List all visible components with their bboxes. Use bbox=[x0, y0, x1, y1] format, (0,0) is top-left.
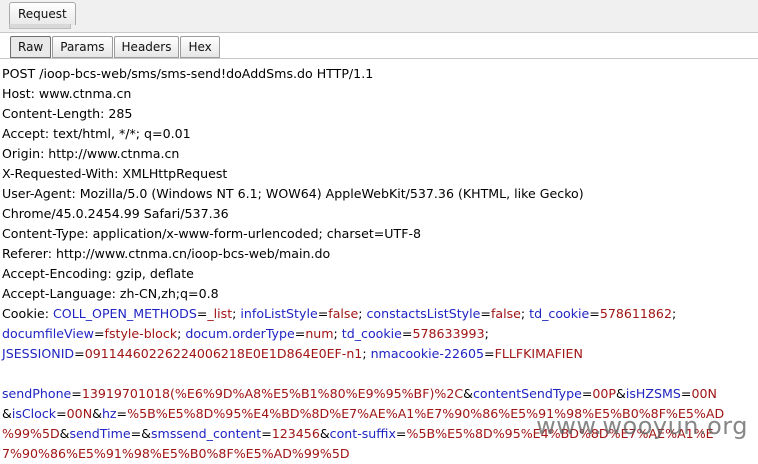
param-name: constactsListStyle bbox=[366, 306, 481, 321]
param-name: nmacookie-22605 bbox=[370, 346, 485, 361]
separator: = bbox=[401, 326, 413, 341]
separator: = bbox=[116, 406, 128, 421]
body-line: sendPhone=13919701018(%E6%9D%A8%E5%B1%80… bbox=[2, 384, 717, 404]
separator: = bbox=[484, 346, 495, 361]
separator: = bbox=[56, 406, 67, 421]
separator: & bbox=[319, 426, 330, 441]
header-host: Host: www.ctnma.cn bbox=[2, 86, 132, 101]
tab-request[interactable]: Request bbox=[9, 2, 76, 25]
param-name: documfileView bbox=[2, 326, 94, 341]
view-tabs: Raw Params Headers Hex bbox=[10, 36, 221, 58]
separator: =& bbox=[130, 426, 151, 441]
tab-hex[interactable]: Hex bbox=[180, 36, 220, 58]
param-value: 7%90%86%E5%91%98%E5%B0%8F%E5%AD%99%5D bbox=[2, 446, 350, 461]
raw-request-editor[interactable]: POST /ioop-bcs-web/sms/sms-send!doAddSms… bbox=[0, 60, 758, 461]
separator: & bbox=[463, 386, 473, 401]
separator: = bbox=[480, 306, 491, 321]
request-line: POST /ioop-bcs-web/sms/sms-send!doAddSms… bbox=[2, 66, 374, 81]
param-name: sendTime bbox=[69, 426, 131, 441]
header-cookie-cont: documfileView=fstyle-block; docum.orderT… bbox=[2, 324, 489, 344]
param-name: hz bbox=[101, 406, 117, 421]
param-value: false bbox=[328, 306, 359, 321]
separator: ; bbox=[333, 326, 342, 341]
param-value: 00N bbox=[66, 406, 93, 421]
separator: ; bbox=[484, 326, 489, 341]
separator: = bbox=[261, 426, 272, 441]
param-value: num bbox=[305, 326, 334, 341]
separator: Cookie: bbox=[2, 306, 53, 321]
separator: ; bbox=[671, 306, 677, 321]
separator: = bbox=[317, 306, 329, 321]
param-value: 09114460226224006218E0E1D864E0EF-n1 bbox=[84, 346, 363, 361]
separator: ; bbox=[520, 306, 530, 321]
separator: = bbox=[71, 386, 82, 401]
separator: = bbox=[93, 326, 105, 341]
watermark: www.wooyun.org bbox=[536, 412, 748, 440]
separator: = bbox=[294, 326, 306, 341]
param-value: 123456 bbox=[271, 426, 320, 441]
top-tab-bar bbox=[0, 0, 758, 33]
header-accept: Accept: text/html, */*; q=0.01 bbox=[2, 126, 191, 141]
separator: = bbox=[680, 386, 692, 401]
param-value: 13919701018(%E6%9D%A8%E5%B1%80%E9%95%BF)… bbox=[81, 386, 464, 401]
param-value: 578611862 bbox=[599, 306, 672, 321]
param-name: smssend_content bbox=[150, 426, 262, 441]
param-name: JSESSIONID bbox=[2, 346, 75, 361]
param-value: _list bbox=[207, 306, 233, 321]
param-name: COLL_OPEN_METHODS bbox=[53, 306, 197, 321]
header-user-agent: User-Agent: Mozilla/5.0 (Windows NT 6.1;… bbox=[2, 186, 584, 201]
header-accept-language: Accept-Language: zh-CN,zh;q=0.8 bbox=[2, 286, 219, 301]
separator: = bbox=[581, 386, 593, 401]
tab-indicator bbox=[9, 24, 71, 29]
tabs-divider bbox=[0, 58, 758, 59]
param-value: FLLFKIMAFIEN bbox=[494, 346, 583, 361]
separator: ; bbox=[362, 346, 371, 361]
header-user-agent-cont: Chrome/45.0.2454.99 Safari/537.36 bbox=[2, 206, 229, 221]
separator: = bbox=[196, 306, 208, 321]
param-value: false bbox=[490, 306, 521, 321]
param-name: td_cookie bbox=[529, 306, 590, 321]
tab-headers[interactable]: Headers bbox=[113, 36, 180, 58]
param-name: isHZSMS bbox=[625, 386, 681, 401]
param-name: isClock bbox=[11, 406, 57, 421]
header-cookie: Cookie: COLL_OPEN_METHODS=_list; infoLis… bbox=[2, 304, 676, 324]
header-referer: Referer: http://www.ctnma.cn/ioop-bcs-we… bbox=[2, 246, 331, 261]
body-line: 7%90%86%E5%91%98%E5%B0%8F%E5%AD%99%5D bbox=[2, 444, 350, 464]
header-origin: Origin: http://www.ctnma.cn bbox=[2, 146, 180, 161]
param-value: fstyle-block bbox=[104, 326, 178, 341]
separator: = bbox=[74, 346, 85, 361]
param-name: cont-suffix bbox=[329, 426, 396, 441]
header-cookie-cont: JSESSIONID=09114460226224006218E0E1D864E… bbox=[2, 344, 583, 364]
separator: = bbox=[395, 426, 407, 441]
param-name: contentSendType bbox=[472, 386, 582, 401]
separator: & bbox=[59, 426, 70, 441]
header-content-length: Content-Length: 285 bbox=[2, 106, 133, 121]
separator: & bbox=[2, 406, 12, 421]
param-name: td_cookie bbox=[341, 326, 402, 341]
param-value: 578633993 bbox=[412, 326, 485, 341]
param-name: docum.orderType bbox=[185, 326, 295, 341]
header-content-type: Content-Type: application/x-www-form-url… bbox=[2, 226, 422, 241]
param-value: 00P bbox=[592, 386, 617, 401]
tab-params[interactable]: Params bbox=[52, 36, 113, 58]
tab-raw[interactable]: Raw bbox=[10, 36, 52, 58]
separator: & bbox=[616, 386, 626, 401]
header-x-requested-with: X-Requested-With: XMLHttpRequest bbox=[2, 166, 228, 181]
param-value: 00N bbox=[691, 386, 717, 401]
param-name: sendPhone bbox=[2, 386, 72, 401]
separator: = bbox=[589, 306, 600, 321]
separator: & bbox=[92, 406, 102, 421]
header-accept-encoding: Accept-Encoding: gzip, deflate bbox=[2, 266, 194, 281]
param-value: %99%5D bbox=[2, 426, 60, 441]
param-name: infoListStyle bbox=[240, 306, 318, 321]
